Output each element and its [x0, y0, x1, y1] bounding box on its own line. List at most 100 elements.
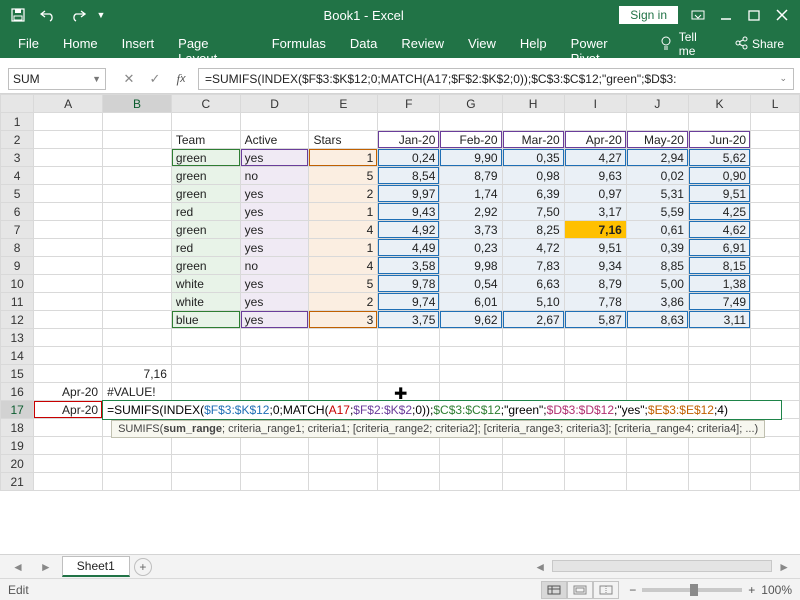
cell[interactable]: 9,63	[564, 167, 626, 185]
cell[interactable]: 8,63	[626, 311, 688, 329]
maximize-icon[interactable]	[740, 2, 768, 28]
share-button[interactable]: Share	[724, 30, 794, 58]
cell[interactable]: 4,25	[688, 203, 750, 221]
select-all[interactable]	[1, 95, 34, 113]
tab-power-pivot[interactable]: Power Pivot	[559, 30, 649, 58]
signin-button[interactable]: Sign in	[619, 6, 678, 24]
hscroll-left-icon[interactable]: ◄	[530, 560, 550, 574]
cell[interactable]: yes	[240, 311, 309, 329]
cell[interactable]: 8,79	[564, 275, 626, 293]
chevron-down-icon[interactable]: ▼	[92, 74, 101, 84]
cell[interactable]: no	[240, 257, 309, 275]
row-8[interactable]: 8	[1, 239, 34, 257]
cell[interactable]: 8,54	[378, 167, 440, 185]
name-box[interactable]: SUM ▼	[8, 68, 106, 90]
cell[interactable]: Stars	[309, 131, 378, 149]
cancel-edit-icon[interactable]: ✕	[118, 68, 140, 90]
cell[interactable]: 7,83	[502, 257, 564, 275]
row-21[interactable]: 21	[1, 473, 34, 491]
redo-icon[interactable]	[64, 2, 92, 28]
sheet-tab-active[interactable]: Sheet1	[62, 556, 130, 577]
row-13[interactable]: 13	[1, 329, 34, 347]
cell[interactable]: 1	[309, 203, 378, 221]
cell[interactable]: red	[171, 203, 240, 221]
cell[interactable]: 8,25	[502, 221, 564, 239]
zoom-out-button[interactable]: −	[629, 583, 636, 597]
cell[interactable]: 3,75	[378, 311, 440, 329]
fx-icon[interactable]: fx	[170, 68, 192, 90]
cell[interactable]: 4,72	[502, 239, 564, 257]
cell[interactable]: Apr-20	[564, 131, 626, 149]
cell[interactable]: yes	[240, 203, 309, 221]
cell[interactable]: 7,78	[564, 293, 626, 311]
cell[interactable]: 7,49	[688, 293, 750, 311]
tab-review[interactable]: Review	[389, 30, 456, 58]
tab-insert[interactable]: Insert	[110, 30, 167, 58]
cell[interactable]: 8,15	[688, 257, 750, 275]
cell[interactable]: white	[171, 275, 240, 293]
cell[interactable]: 4,62	[688, 221, 750, 239]
cell[interactable]: red	[171, 239, 240, 257]
row-4[interactable]: 4	[1, 167, 34, 185]
cell[interactable]: 1,74	[440, 185, 502, 203]
cell[interactable]: green	[171, 257, 240, 275]
tab-file[interactable]: File	[6, 30, 51, 58]
cell[interactable]: 2	[309, 293, 378, 311]
cell[interactable]: 6,63	[502, 275, 564, 293]
cell[interactable]: 4,92	[378, 221, 440, 239]
new-sheet-button[interactable]: +	[134, 558, 152, 576]
cell[interactable]: 6,91	[688, 239, 750, 257]
cell[interactable]: 0,24	[378, 149, 440, 167]
cell[interactable]: 4,49	[378, 239, 440, 257]
hscroll-right-icon[interactable]: ►	[774, 560, 794, 574]
cell[interactable]: 2,67	[502, 311, 564, 329]
view-page-break-icon[interactable]	[593, 581, 619, 599]
formula-input[interactable]: =SUMIFS(INDEX($F$3:$K$12;0;MATCH(A17;$F$…	[198, 68, 794, 90]
cell[interactable]: 2,92	[440, 203, 502, 221]
worksheet-grid[interactable]: A B C D E F G H I J K L 1 2 Team Active …	[0, 94, 800, 554]
cell[interactable]: yes	[240, 221, 309, 239]
cell[interactable]: 0,23	[440, 239, 502, 257]
cell[interactable]: 5,00	[626, 275, 688, 293]
cell-A16[interactable]: Apr-20	[34, 383, 103, 401]
in-cell-editor[interactable]: =SUMIFS(INDEX($F$3:$K$12;0;MATCH(A17;$F$…	[102, 400, 782, 420]
cell[interactable]: yes	[240, 293, 309, 311]
cell[interactable]: green	[171, 221, 240, 239]
tab-page-layout[interactable]: Page Layout	[166, 30, 260, 58]
cell[interactable]: 9,98	[440, 257, 502, 275]
cell[interactable]: 0,02	[626, 167, 688, 185]
cell[interactable]: Active	[240, 131, 309, 149]
col-B[interactable]: B	[103, 95, 172, 113]
cell-B17[interactable]: =SUMIFS(INDEX($F$3:$K$12;0;MATCH(A17;$F$…	[103, 401, 172, 419]
cell[interactable]: blue	[171, 311, 240, 329]
tell-me[interactable]: Tell me	[649, 30, 724, 58]
save-icon[interactable]	[4, 2, 32, 28]
cell[interactable]: 9,43	[378, 203, 440, 221]
cell[interactable]: 0,61	[626, 221, 688, 239]
cell[interactable]: May-20	[626, 131, 688, 149]
minimize-icon[interactable]	[712, 2, 740, 28]
cell[interactable]: 9,51	[688, 185, 750, 203]
expand-formula-icon[interactable]: ⌄	[779, 73, 787, 84]
col-D[interactable]: D	[240, 95, 309, 113]
cell[interactable]: 6,39	[502, 185, 564, 203]
cell[interactable]: 0,35	[502, 149, 564, 167]
cell[interactable]: white	[171, 293, 240, 311]
undo-icon[interactable]	[34, 2, 62, 28]
zoom-in-button[interactable]: +	[748, 583, 755, 597]
cell[interactable]: 9,51	[564, 239, 626, 257]
cell[interactable]: 5	[309, 275, 378, 293]
cell[interactable]: 1,38	[688, 275, 750, 293]
tab-formulas[interactable]: Formulas	[260, 30, 338, 58]
col-E[interactable]: E	[309, 95, 378, 113]
cell[interactable]: 2,94	[626, 149, 688, 167]
cell[interactable]: Mar-20	[502, 131, 564, 149]
cell[interactable]: yes	[240, 275, 309, 293]
col-H[interactable]: H	[502, 95, 564, 113]
cell[interactable]: 1	[309, 149, 378, 167]
cell[interactable]: 0,90	[688, 167, 750, 185]
sheet-nav-prev[interactable]: ◄	[6, 560, 30, 574]
view-page-layout-icon[interactable]	[567, 581, 593, 599]
tab-help[interactable]: Help	[508, 30, 559, 58]
qat-dropdown-icon[interactable]: ▼	[94, 2, 108, 28]
